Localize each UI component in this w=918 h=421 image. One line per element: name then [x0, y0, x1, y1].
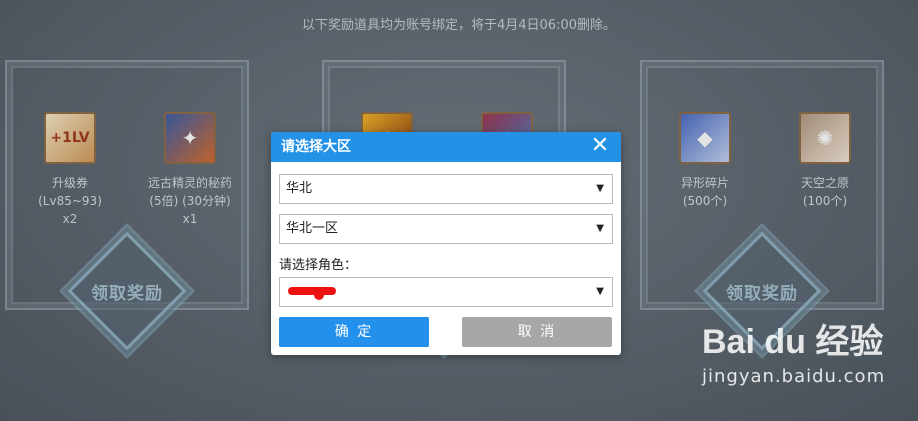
confirm-button[interactable]: 确 定	[279, 317, 429, 347]
server-select-value: 华北一区	[286, 221, 339, 236]
region-select[interactable]: 华北 ▼	[279, 174, 613, 204]
select-region-dialog: 请选择大区 ✕ 华北 ▼ 华北一区 ▼ 请选择角色： ▼ 确 定 取 消	[271, 132, 621, 355]
role-select-label: 请选择角色：	[279, 258, 358, 273]
chevron-down-icon: ▼	[596, 223, 604, 234]
dialog-title: 请选择大区	[281, 139, 351, 155]
dialog-header: 请选择大区 ✕	[271, 132, 621, 162]
cancel-button[interactable]: 取 消	[462, 317, 612, 347]
chevron-down-icon: ▼	[596, 286, 604, 297]
close-icon[interactable]: ✕	[589, 135, 611, 157]
chevron-down-icon: ▼	[596, 183, 604, 194]
server-select[interactable]: 华北一区 ▼	[279, 214, 613, 244]
baidu-jingyan-watermark: Bai du 经验 jingyan.baidu.com	[702, 322, 885, 387]
baidu-logo: Bai du 经验	[702, 323, 884, 361]
watermark-url: jingyan.baidu.com	[702, 366, 886, 387]
redaction-mark-tail	[314, 292, 324, 300]
region-select-value: 华北	[286, 181, 313, 196]
redaction-mark	[288, 287, 336, 295]
role-select[interactable]: ▼	[279, 277, 613, 307]
